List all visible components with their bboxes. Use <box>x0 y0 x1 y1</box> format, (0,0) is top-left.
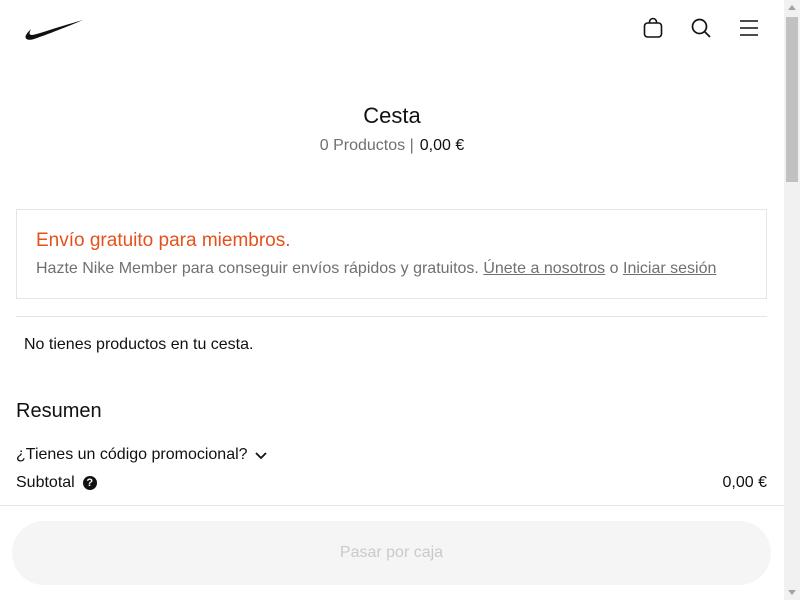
banner-text: Hazte Nike Member para conseguir envíos … <box>36 260 716 278</box>
nike-swoosh-logo[interactable] <box>24 18 84 42</box>
chevron-down-icon <box>254 452 267 460</box>
member-shipping-banner: Envío gratuito para miembros. Hazte Nike… <box>16 209 767 299</box>
empty-cart-message: No tienes productos en tu cesta. <box>24 336 254 353</box>
cart-total: 0,00 € <box>419 137 465 154</box>
checkout-footer: Pasar por caja <box>0 505 784 600</box>
search-icon[interactable] <box>689 16 713 40</box>
page-scrollbar[interactable] <box>784 0 800 600</box>
scrollbar-thumb[interactable] <box>786 17 798 182</box>
bag-icon[interactable] <box>641 16 665 40</box>
cart-title: Cesta <box>363 103 421 128</box>
cart-summary-line: 0 Productos | 0,00 € <box>0 137 784 155</box>
product-count: 0 Productos | <box>319 137 414 154</box>
subtotal-value: 0,00 € <box>722 474 767 491</box>
checkout-button[interactable]: Pasar por caja <box>12 521 771 585</box>
promo-code-toggle[interactable]: ¿Tienes un código promocional? <box>16 446 268 464</box>
divider <box>16 316 767 317</box>
banner-or: o <box>609 260 619 277</box>
banner-title: Envío gratuito para miembros. <box>36 230 291 251</box>
scroll-down-arrow-icon[interactable] <box>788 590 796 595</box>
subtotal-row: Subtotal ? <box>16 474 97 492</box>
join-us-link[interactable]: Únete a nosotros <box>483 260 605 277</box>
help-icon[interactable]: ? <box>82 476 97 490</box>
summary-heading: Resumen <box>16 400 102 422</box>
sign-in-link[interactable]: Iniciar sesión <box>623 260 716 277</box>
cart-page: Cesta 0 Productos | 0,00 € Envío gratuito… <box>0 0 784 600</box>
subtotal-label: Subtotal <box>16 474 75 491</box>
banner-description: Hazte Nike Member para conseguir envíos … <box>36 260 479 277</box>
menu-icon[interactable] <box>737 16 761 40</box>
scroll-up-arrow-icon[interactable] <box>788 5 796 10</box>
site-header <box>0 0 784 58</box>
promo-code-label: ¿Tienes un código promocional? <box>16 446 248 463</box>
